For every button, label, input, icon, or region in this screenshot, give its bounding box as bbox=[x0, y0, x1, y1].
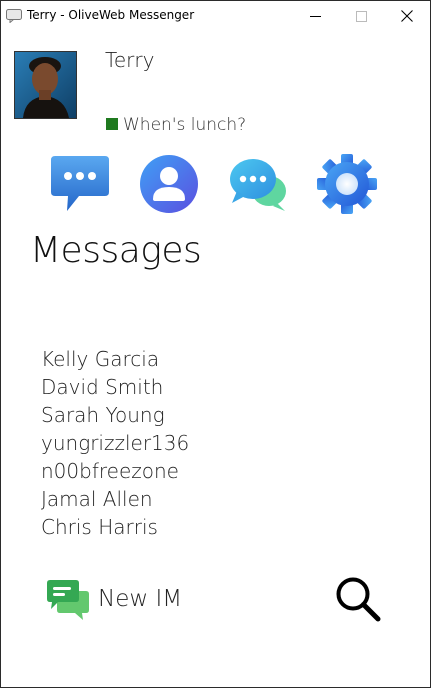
status-message[interactable]: When's lunch? bbox=[123, 115, 246, 135]
new-im-button[interactable]: New IM bbox=[46, 576, 182, 622]
nav-messages-button[interactable] bbox=[49, 153, 111, 215]
contact-item[interactable]: Kelly Garcia bbox=[41, 345, 189, 373]
messenger-window: Terry - OliveWeb Messenger Terry When's … bbox=[0, 0, 431, 688]
search-button[interactable] bbox=[334, 575, 382, 623]
contact-item[interactable]: Jamal Allen bbox=[41, 485, 189, 513]
new-im-label: New IM bbox=[98, 586, 183, 612]
minimize-icon bbox=[309, 15, 321, 17]
maximize-button[interactable] bbox=[338, 1, 384, 31]
new-im-icon bbox=[47, 580, 89, 620]
status-indicator[interactable] bbox=[106, 118, 118, 130]
page-title: Messages bbox=[30, 230, 202, 271]
settings-icon bbox=[317, 154, 377, 214]
contact-item[interactable]: David Smith bbox=[41, 373, 189, 401]
contact-item[interactable]: Chris Harris bbox=[41, 513, 189, 541]
nav-settings-button[interactable] bbox=[316, 153, 378, 215]
minimize-button[interactable] bbox=[292, 1, 338, 31]
contact-item[interactable]: yungrizzler136 bbox=[41, 429, 189, 457]
contacts-icon bbox=[140, 155, 198, 213]
nav-contacts-button[interactable] bbox=[138, 153, 200, 215]
messages-icon bbox=[51, 156, 109, 211]
maximize-icon bbox=[355, 10, 367, 22]
contact-item[interactable]: Sarah Young bbox=[41, 401, 189, 429]
app-chat-icon bbox=[6, 9, 22, 23]
contact-item[interactable]: n00bfreezone bbox=[41, 457, 189, 485]
contact-list: Kelly Garcia David Smith Sarah Young yun… bbox=[41, 345, 189, 541]
chats-icon bbox=[230, 159, 286, 211]
avatar-photo bbox=[15, 52, 76, 118]
nav-chats-button[interactable] bbox=[227, 153, 289, 215]
search-icon bbox=[336, 577, 381, 622]
title-bar[interactable]: Terry - OliveWeb Messenger bbox=[1, 1, 430, 31]
window-title: Terry - OliveWeb Messenger bbox=[27, 8, 195, 22]
close-button[interactable] bbox=[384, 1, 430, 31]
avatar[interactable] bbox=[14, 51, 77, 119]
profile-name: Terry bbox=[105, 48, 155, 72]
close-icon bbox=[401, 10, 413, 22]
